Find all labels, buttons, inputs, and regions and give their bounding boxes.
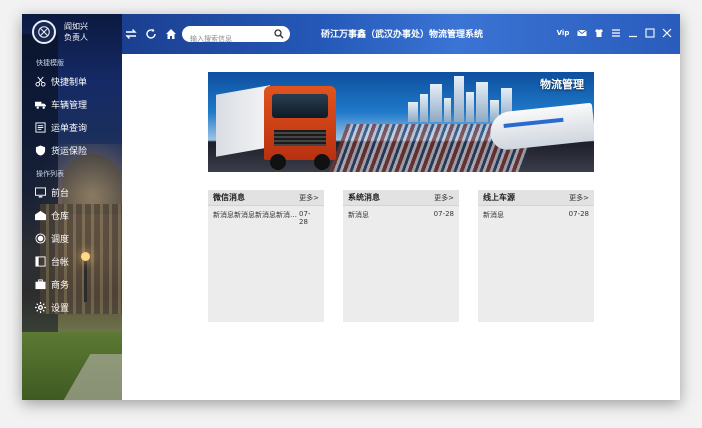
list-item[interactable]: 新消息 07-28 <box>343 206 459 220</box>
more-link[interactable]: 更多> <box>299 193 319 203</box>
gear-network-icon <box>34 232 46 244</box>
mail-icon[interactable] <box>576 27 587 39</box>
banner-truck-wheel <box>270 154 286 170</box>
swap-icon[interactable] <box>124 27 138 41</box>
header-toolbar <box>124 27 178 41</box>
ledger-icon <box>34 255 46 267</box>
panel-wechat-messages: 微信消息 更多> 新消息新消息新消息新消息新消息 07-28 <box>208 190 324 322</box>
minimize-icon[interactable] <box>627 27 638 39</box>
sidebar-item-label: 设置 <box>51 303 70 314</box>
sidebar-item-cargo-insurance[interactable]: 货运保险 <box>34 143 87 157</box>
briefcase-icon <box>34 278 46 290</box>
search-input[interactable] <box>182 31 268 47</box>
sidebar-item-label: 运单查询 <box>51 123 88 134</box>
sidebar-item-front-desk[interactable]: 前台 <box>34 185 69 199</box>
sidebar: 阎如兴 负责人 快捷模版 快捷制单 车辆管理 运单查询 货运保险 操作列表 前台 <box>22 14 122 400</box>
banner-truck-grill <box>274 130 326 146</box>
message-text: 新消息新消息新消息新消息新消息 <box>213 211 299 219</box>
sidebar-item-label: 前台 <box>51 188 70 199</box>
message-date: 07-28 <box>433 210 454 218</box>
vip-icon[interactable]: Vip <box>556 27 570 39</box>
scissors-icon <box>34 75 46 87</box>
sidebar-item-settings[interactable]: 设置 <box>34 300 69 314</box>
banner-truck-trailer <box>216 85 270 157</box>
sidebar-item-label: 台帐 <box>51 257 70 268</box>
header-right-controls: Vip <box>556 27 672 39</box>
panel-online-vehicles: 线上车源 更多> 新消息 07-28 <box>478 190 594 322</box>
sidebar-item-waybill-query[interactable]: 运单查询 <box>34 120 87 134</box>
panel-system-messages: 系统消息 更多> 新消息 07-28 <box>343 190 459 322</box>
banner-truck-wheel <box>314 154 330 170</box>
app-window: 阎如兴 负责人 快捷模版 快捷制单 车辆管理 运单查询 货运保险 操作列表 前台 <box>22 14 680 400</box>
banner-truck-windshield <box>272 94 328 118</box>
maximize-icon[interactable] <box>644 27 655 39</box>
search-icon[interactable] <box>274 29 284 39</box>
sidebar-item-dispatch[interactable]: 调度 <box>34 231 69 245</box>
section-operations: 操作列表 <box>36 170 64 178</box>
user-profile[interactable]: 阎如兴 负责人 <box>32 20 88 44</box>
message-text: 新消息 <box>483 211 504 219</box>
more-link[interactable]: 更多> <box>434 193 454 203</box>
sidebar-item-warehouse[interactable]: 仓库 <box>34 208 69 222</box>
sidebar-item-label: 快捷制单 <box>51 77 88 88</box>
banner-label: 物流管理 <box>540 78 584 91</box>
user-role: 负责人 <box>64 33 88 42</box>
menu-icon[interactable] <box>610 27 621 39</box>
user-name: 阎如兴 <box>64 22 88 31</box>
close-icon[interactable] <box>661 27 672 39</box>
message-date: 07-28 <box>299 210 311 226</box>
sidebar-item-label: 商务 <box>51 280 70 291</box>
top-header: 硚江万事鑫（武汉办事处）物流管理系统 Vip <box>122 14 680 54</box>
monitor-icon <box>34 186 46 198</box>
settings-icon <box>34 301 46 313</box>
refresh-icon[interactable] <box>144 27 158 41</box>
message-text: 新消息 <box>348 211 369 219</box>
sidebar-item-label: 仓库 <box>51 211 70 222</box>
user-avatar-icon[interactable] <box>32 20 56 44</box>
shield-icon <box>34 144 46 156</box>
sidebar-item-label: 车辆管理 <box>51 100 88 111</box>
sidebar-item-ledger[interactable]: 台帐 <box>34 254 69 268</box>
sidebar-item-label: 调度 <box>51 234 70 245</box>
panel-title: 线上车源 <box>483 193 515 202</box>
panel-title: 系统消息 <box>348 193 380 202</box>
message-date: 07-28 <box>568 210 589 218</box>
logistics-banner: 物流管理 <box>208 72 594 172</box>
warehouse-icon <box>34 209 46 221</box>
sidebar-item-vehicles[interactable]: 车辆管理 <box>34 97 87 111</box>
panel-title: 微信消息 <box>213 193 245 202</box>
list-item[interactable]: 新消息新消息新消息新消息新消息 07-28 <box>208 206 324 226</box>
document-icon <box>34 121 46 133</box>
list-item[interactable]: 新消息 07-28 <box>478 206 594 220</box>
sidebar-item-label: 货运保险 <box>51 146 88 157</box>
more-link[interactable]: 更多> <box>569 193 589 203</box>
sidebar-bg-lamp <box>81 252 90 302</box>
shirt-icon[interactable] <box>593 27 604 39</box>
section-quick-templates: 快捷模版 <box>36 59 64 67</box>
desktop-background: 阎如兴 负责人 快捷模版 快捷制单 车辆管理 运单查询 货运保险 操作列表 前台 <box>0 0 702 428</box>
app-title: 硚江万事鑫（武汉办事处）物流管理系统 <box>320 30 483 40</box>
truck-icon <box>34 98 46 110</box>
home-icon[interactable] <box>164 27 178 41</box>
sidebar-item-quick-order[interactable]: 快捷制单 <box>34 74 87 88</box>
sidebar-item-business[interactable]: 商务 <box>34 277 69 291</box>
search-box <box>182 26 290 47</box>
